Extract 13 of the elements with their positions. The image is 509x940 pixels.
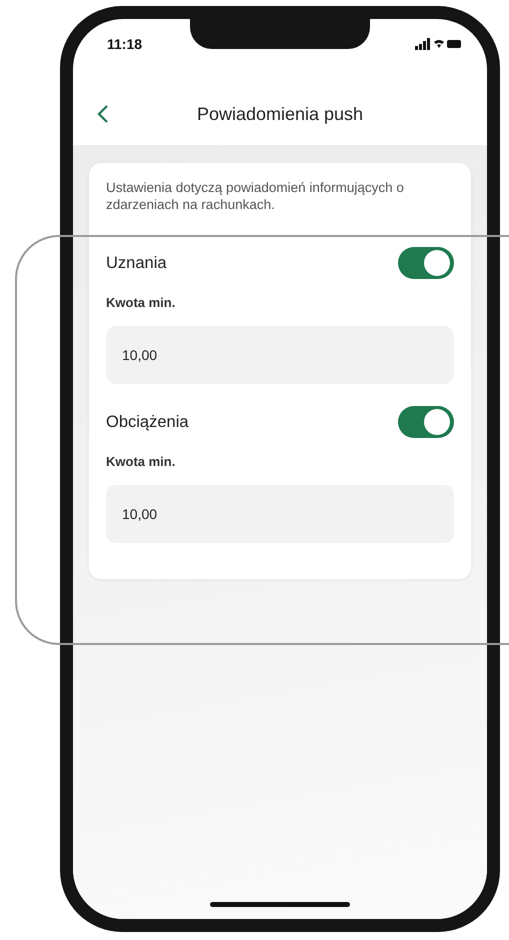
section-title: Uznania xyxy=(106,254,167,272)
status-icons xyxy=(415,38,461,50)
back-chevron-icon xyxy=(97,104,109,124)
amount-field[interactable]: 10,00 xyxy=(106,326,454,384)
field-label: Kwota min. xyxy=(106,454,176,469)
toggle-switch[interactable] xyxy=(398,406,454,438)
card-description: Ustawienia dotyczą powiadomień informujących o zdarzeniach na rachunkach. xyxy=(106,179,405,213)
status-time: 11:18 xyxy=(107,36,142,52)
toggle-switch[interactable] xyxy=(398,247,454,279)
screen-title: Powiadomienia push xyxy=(196,104,364,124)
amount-field[interactable]: 10,00 xyxy=(106,485,454,543)
field-label: Kwota min. xyxy=(106,295,176,310)
section-title: Obciążenia xyxy=(106,412,189,432)
